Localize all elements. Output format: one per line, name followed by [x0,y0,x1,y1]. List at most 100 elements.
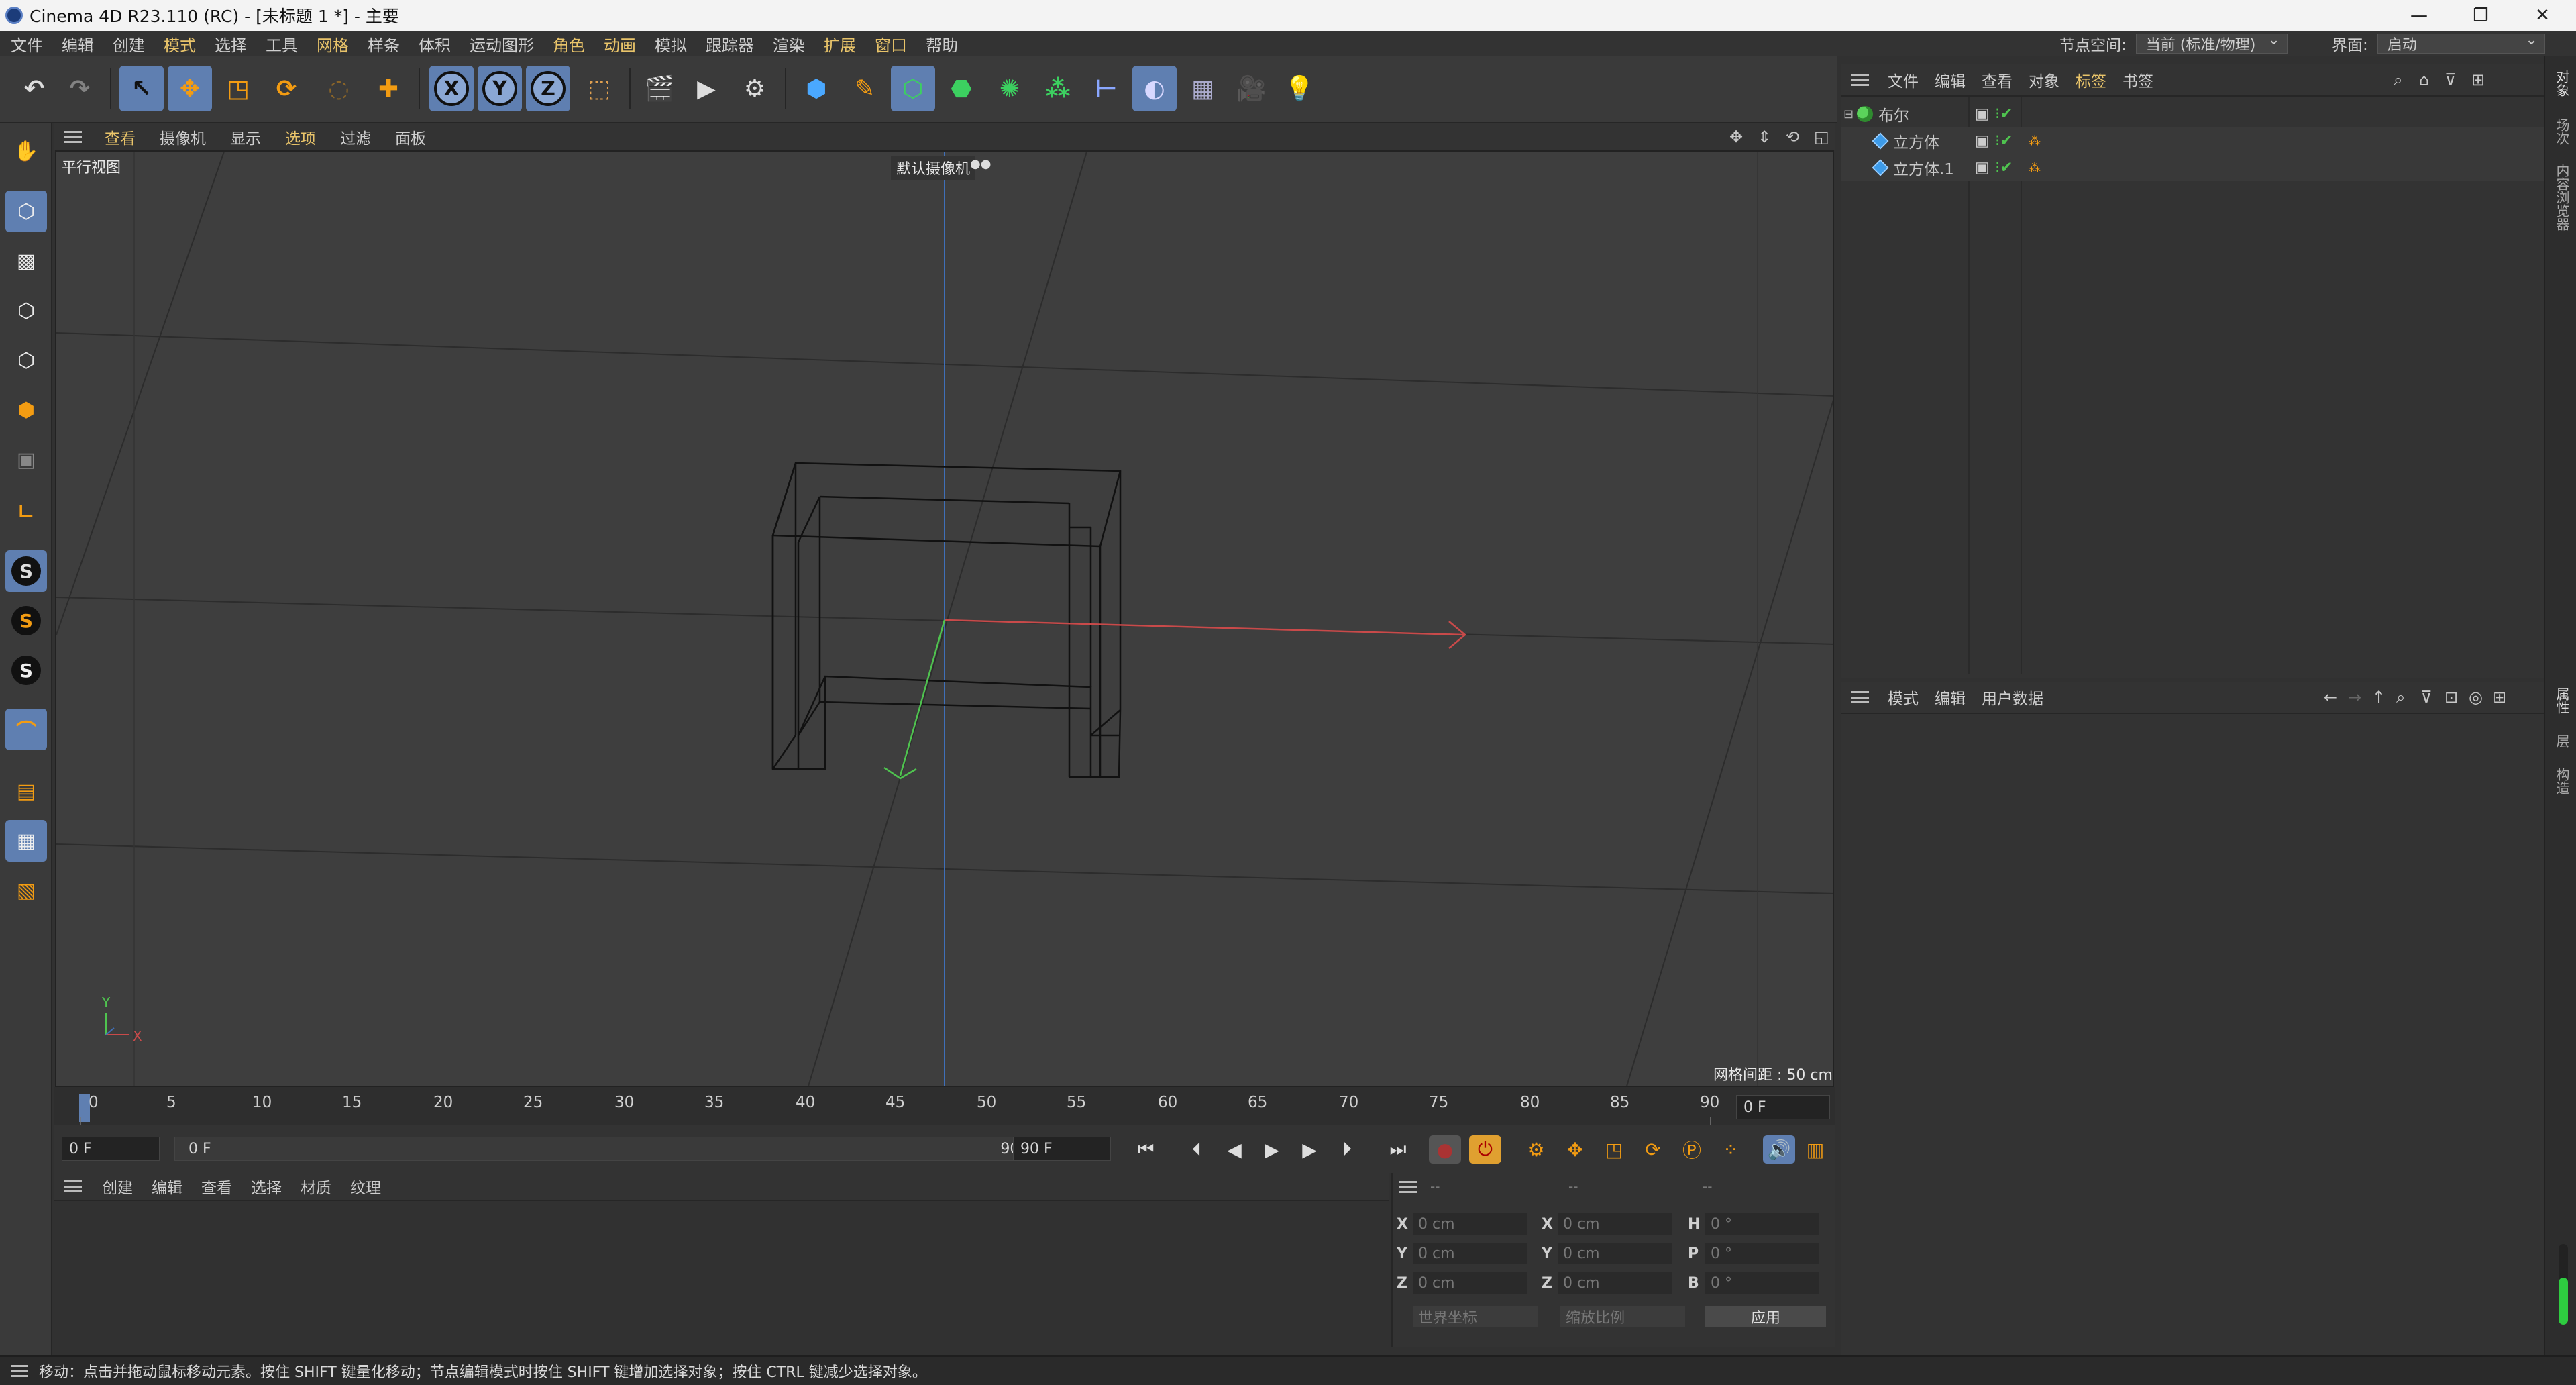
menu-window[interactable]: 窗口 [865,32,916,56]
x-axis-lock-icon[interactable]: X [429,66,474,111]
node-space-dropdown[interactable]: 当前 (标准/物理) [2135,32,2288,54]
tab-objects[interactable]: 对象 [2551,70,2572,97]
axis-mode-icon[interactable]: ∟ [5,491,47,533]
menu-spline[interactable]: 样条 [358,32,409,56]
key-rotation-icon[interactable]: ⟳ [1637,1135,1669,1164]
planar-workplane-icon[interactable]: ▧ [5,870,47,911]
tab-takes[interactable]: 场次 [2551,118,2572,145]
object-row-boole[interactable]: ⊟ 布尔 ▣ ⁝✔ [1841,101,2544,127]
cloner-icon[interactable]: ✺ [987,66,1032,111]
home-icon[interactable]: ⌂ [2419,70,2429,89]
material-menu-texture[interactable]: 纹理 [341,1175,390,1198]
object-menu-object[interactable]: 对象 [2021,68,2068,91]
size-y-field[interactable]: 0 cm [1558,1243,1672,1264]
attribute-menu-mode[interactable]: 模式 [1880,686,1927,709]
key-scale-icon[interactable]: ◳ [1598,1135,1630,1164]
material-menu-material[interactable]: 材质 [291,1175,341,1198]
field-icon[interactable]: ◐ [1132,66,1177,111]
filter-icon[interactable]: ⊽ [2420,688,2432,707]
z-axis-lock-icon[interactable]: Z [526,66,570,111]
undo-icon[interactable]: ↶ [12,66,56,111]
locked-workplane-icon[interactable]: ▦ [5,820,47,862]
material-menu-create[interactable]: 创建 [93,1175,142,1198]
enabled-check-icon[interactable]: ⁝✔ [1995,132,2013,150]
key-parameter-icon[interactable]: Ⓟ [1676,1135,1708,1164]
object-menu-bookmarks[interactable]: 书签 [2114,68,2161,91]
viewport-menu-panel[interactable]: 面板 [383,125,438,148]
menu-animate[interactable]: 动画 [594,32,645,56]
position-x-field[interactable]: 0 cm [1413,1213,1527,1235]
workplane-icon[interactable]: ▤ [5,770,47,812]
snap-icon[interactable]: S [5,550,47,592]
keyframe-selection-icon[interactable]: ⚙ [1520,1135,1552,1164]
x-axis-handle[interactable] [944,619,1466,636]
target-icon[interactable]: ◎ [2469,688,2483,707]
sound-icon[interactable]: 🔊 [1763,1135,1795,1164]
up-arrow-icon[interactable]: ↑ [2372,688,2385,707]
deformer-icon[interactable]: ⊢ [1084,66,1128,111]
camera-label[interactable]: 默认摄像机 [891,156,976,180]
object-name[interactable]: 布尔 [1878,103,1909,125]
polygons-mode-icon[interactable]: ⬢ [5,389,47,431]
menu-file[interactable]: 文件 [0,32,52,56]
make-editable-icon[interactable]: ✋ [5,130,47,172]
search-icon[interactable]: ⌕ [2396,688,2405,707]
coords-menu-icon[interactable] [1399,1181,1417,1193]
pen-spline-icon[interactable]: ✎ [843,66,887,111]
scale-mode-dropdown[interactable]: 缩放比例 [1560,1306,1685,1327]
layer-toggle-icon[interactable]: ▣ [1975,105,1990,123]
viewport-menu-cameras[interactable]: 摄像机 [148,125,218,148]
go-to-end-icon[interactable]: ⏭ [1382,1135,1414,1164]
key-pla-icon[interactable]: ⁘ [1715,1135,1747,1164]
viewport-pan-icon[interactable]: ✥ [1729,127,1743,146]
minimize-button[interactable]: — [2388,0,2450,31]
new-window-icon[interactable]: ⊞ [2471,70,2485,89]
apply-button[interactable]: 应用 [1705,1306,1826,1327]
material-menu-view[interactable]: 查看 [192,1175,241,1198]
3d-viewport[interactable]: 平行视图 默认摄像机 ●● Y X 网格间距 : 50 cm [55,150,1834,1087]
filter-icon[interactable]: ⊽ [2445,70,2457,89]
select-cursor-icon[interactable]: ↖ [119,66,164,111]
points-mode-icon[interactable]: ⬡ [5,290,47,331]
collapse-icon[interactable]: ⊟ [1843,107,1857,121]
menu-tracker[interactable]: 跟踪器 [696,32,763,56]
go-to-start-icon[interactable]: ⏮ [1130,1135,1162,1164]
timeline-window-icon[interactable]: ▥ [1799,1135,1831,1164]
object-manager[interactable]: ⊟ 布尔 ▣ ⁝✔ 立方体 ▣ ⁝✔ ⁂ 立方体.1 ▣ ⁝✔ ⁂ [1841,95,2544,678]
phong-tag-icon[interactable]: ⁂ [2029,161,2041,175]
model-mode-icon[interactable]: ⬡ [5,191,47,232]
extrude-generator-icon[interactable]: ⬣ [939,66,983,111]
subdivision-generator-icon[interactable]: ⬡ [891,66,935,111]
end-frame-field[interactable]: 90 F [1013,1137,1111,1161]
enabled-check-icon[interactable]: ⁝✔ [1995,159,2013,176]
render-to-picture-viewer-icon[interactable]: ▶ [684,66,729,111]
object-row-cube[interactable]: 立方体 ▣ ⁝✔ ⁂ [1841,127,2544,154]
object-menu-edit[interactable]: 编辑 [1927,68,1974,91]
cube-object-icon[interactable]: ⬢ [794,66,839,111]
start-frame-field[interactable]: 0 F [62,1137,160,1161]
frame-range-slider[interactable]: 0 F 90 F [174,1137,1053,1161]
rotation-h-field[interactable]: 0 ° [1705,1213,1819,1235]
phong-tag-icon[interactable]: ⁂ [2029,134,2041,148]
menu-character[interactable]: 角色 [543,32,594,56]
material-menu-icon[interactable] [64,1180,82,1192]
menu-tools[interactable]: 工具 [256,32,307,56]
render-settings-icon[interactable]: ⚙ [733,66,777,111]
attribute-manager[interactable] [1841,713,2544,1355]
viewport-dolly-icon[interactable]: ⇕ [1758,127,1771,146]
menu-create[interactable]: 创建 [103,32,154,56]
maximize-button[interactable]: ❐ [2450,0,2512,31]
forward-arrow-icon[interactable]: → [2348,688,2361,707]
search-icon[interactable]: ⌕ [2394,70,2402,89]
render-view-icon[interactable]: 🎬 [637,66,682,111]
menu-render[interactable]: 渲染 [763,32,814,56]
viewport-rotate-icon[interactable]: ⟲ [1786,127,1799,146]
position-z-field[interactable]: 0 cm [1413,1272,1527,1294]
status-menu-icon[interactable] [11,1365,28,1377]
object-menu-tags[interactable]: 标签 [2068,68,2114,91]
new-window-icon[interactable]: ⊞ [2493,688,2506,707]
object-menu-view[interactable]: 查看 [1974,68,2021,91]
object-name[interactable]: 立方体.1 [1893,156,1954,179]
tab-attributes[interactable]: 属性 [2551,687,2572,714]
object-menu-file[interactable]: 文件 [1880,68,1927,91]
